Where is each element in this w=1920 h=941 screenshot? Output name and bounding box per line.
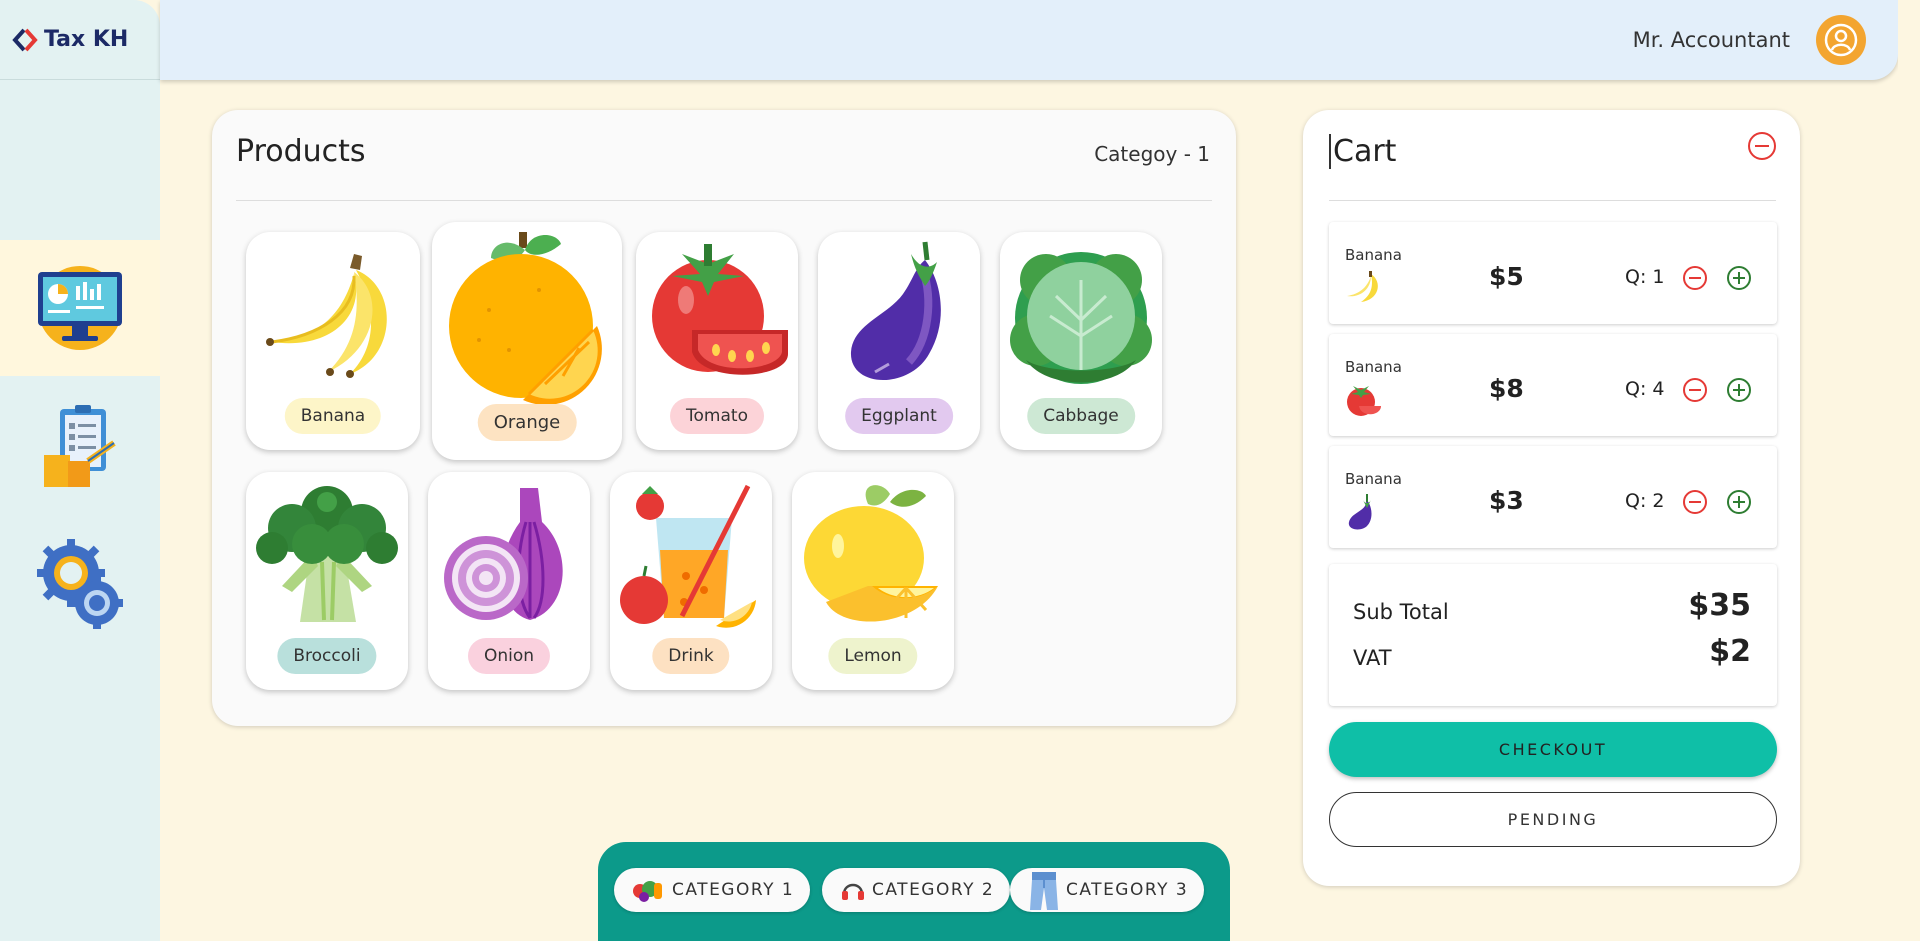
divider [236, 200, 1212, 201]
decrease-quantity-icon[interactable] [1681, 488, 1709, 516]
product-label: Broccoli [277, 638, 377, 674]
category-bar: CATEGORY 1 CATEGORY 2 CATEGORY 3 [598, 842, 1230, 941]
vegetables-icon [633, 881, 662, 902]
gears-icon [37, 539, 123, 629]
products-title: Products [236, 134, 366, 169]
remove-circle-icon[interactable] [1746, 130, 1778, 162]
product-card-tomato[interactable]: Tomato [636, 232, 798, 450]
products-category-label: Categoy - 1 [1094, 142, 1210, 166]
cart-totals: Sub Total $35 VAT $2 [1329, 564, 1777, 706]
cart-item-price: $5 [1489, 262, 1524, 291]
product-label: Cabbage [1027, 398, 1135, 434]
checkout-button[interactable]: CHECKOUT [1329, 722, 1777, 777]
subtotal-label: Sub Total [1353, 600, 1449, 624]
eggplant-icon [1348, 494, 1372, 530]
product-label: Drink [652, 638, 730, 674]
cart-item-name: Banana [1345, 470, 1402, 488]
product-card-cabbage[interactable]: Cabbage [1000, 232, 1162, 450]
broccoli-icon [256, 486, 398, 622]
user-icon [1824, 23, 1858, 57]
orange-icon [449, 232, 602, 405]
eggplant-icon [850, 241, 941, 381]
cart-item: Banana $3 Q: 2 [1329, 446, 1777, 548]
cart-item-price: $8 [1489, 374, 1524, 403]
product-label: Banana [284, 398, 382, 434]
product-label: Lemon [828, 638, 918, 674]
lemon-icon [804, 485, 938, 622]
category-3-button[interactable]: CATEGORY 3 [1010, 868, 1205, 912]
banana-icon [266, 254, 387, 378]
page-scrollbar[interactable] [1898, 0, 1920, 941]
category-label: CATEGORY 1 [672, 880, 795, 900]
onion-icon [444, 488, 563, 620]
cart-title: Cart [1329, 134, 1396, 169]
vat-value: $2 [1709, 634, 1751, 669]
cart-item-quantity: Q: 2 [1625, 490, 1665, 512]
sidebar-item-settings[interactable] [0, 536, 160, 632]
decrease-quantity-icon[interactable] [1681, 264, 1709, 292]
cart-item-quantity: Q: 4 [1625, 378, 1665, 400]
pending-button[interactable]: PENDING [1329, 792, 1777, 847]
category-label: CATEGORY 3 [1066, 880, 1189, 900]
divider [1329, 200, 1776, 201]
category-label: CATEGORY 2 [872, 880, 995, 900]
product-card-eggplant[interactable]: Eggplant [818, 232, 980, 450]
increase-quantity-icon[interactable] [1725, 264, 1753, 292]
banana-icon [1347, 271, 1378, 302]
cart-panel: Cart Banana $5 Q: 1 Banana $8 Q: 4 Banan… [1303, 110, 1800, 886]
user-name: Mr. Accountant [1632, 28, 1790, 52]
drink-icon [620, 484, 756, 628]
clipboard-boxes-icon [44, 405, 116, 487]
tomato-icon [652, 244, 788, 375]
decrease-quantity-icon[interactable] [1681, 376, 1709, 404]
jeans-icon [1030, 872, 1058, 910]
monitor-chart-icon [38, 266, 122, 350]
brand-name: Tax KH [44, 27, 129, 52]
tomato-icon [1347, 386, 1381, 416]
brand-logo[interactable]: Tax KH [0, 0, 160, 80]
cart-item-price: $3 [1489, 486, 1524, 515]
cart-item-name: Banana [1345, 246, 1402, 264]
product-label: Orange [477, 404, 577, 441]
category-2-button[interactable]: CATEGORY 2 [822, 868, 1011, 912]
cart-item: Banana $5 Q: 1 [1329, 222, 1777, 324]
product-label: Tomato [670, 398, 764, 434]
cart-item-name: Banana [1345, 358, 1402, 376]
subtotal-value: $35 [1688, 588, 1751, 623]
product-card-banana[interactable]: Banana [246, 232, 420, 450]
product-label: Eggplant [845, 398, 953, 434]
products-panel: Products Categoy - 1 Banana Orange Tomat… [212, 110, 1236, 726]
sidebar-item-reports[interactable] [0, 398, 160, 494]
product-label: Onion [467, 638, 551, 674]
sidebar: Tax KH [0, 0, 160, 941]
sidebar-item-dashboard[interactable] [0, 240, 160, 376]
product-card-onion[interactable]: Onion [428, 472, 590, 690]
topbar: Mr. Accountant [160, 0, 1898, 80]
product-card-orange[interactable]: Orange [432, 222, 622, 460]
cabbage-icon [1010, 252, 1152, 384]
cart-item: Banana $8 Q: 4 [1329, 334, 1777, 436]
headphones-icon [842, 883, 864, 900]
product-card-drink[interactable]: Drink [610, 472, 772, 690]
increase-quantity-icon[interactable] [1725, 376, 1753, 404]
category-1-button[interactable]: CATEGORY 1 [614, 868, 811, 912]
user-avatar[interactable] [1816, 15, 1866, 65]
vat-label: VAT [1353, 646, 1392, 670]
product-card-broccoli[interactable]: Broccoli [246, 472, 408, 690]
product-card-lemon[interactable]: Lemon [792, 472, 954, 690]
cart-item-quantity: Q: 1 [1625, 266, 1665, 288]
brand-chevron-icon [12, 28, 38, 51]
increase-quantity-icon[interactable] [1725, 488, 1753, 516]
